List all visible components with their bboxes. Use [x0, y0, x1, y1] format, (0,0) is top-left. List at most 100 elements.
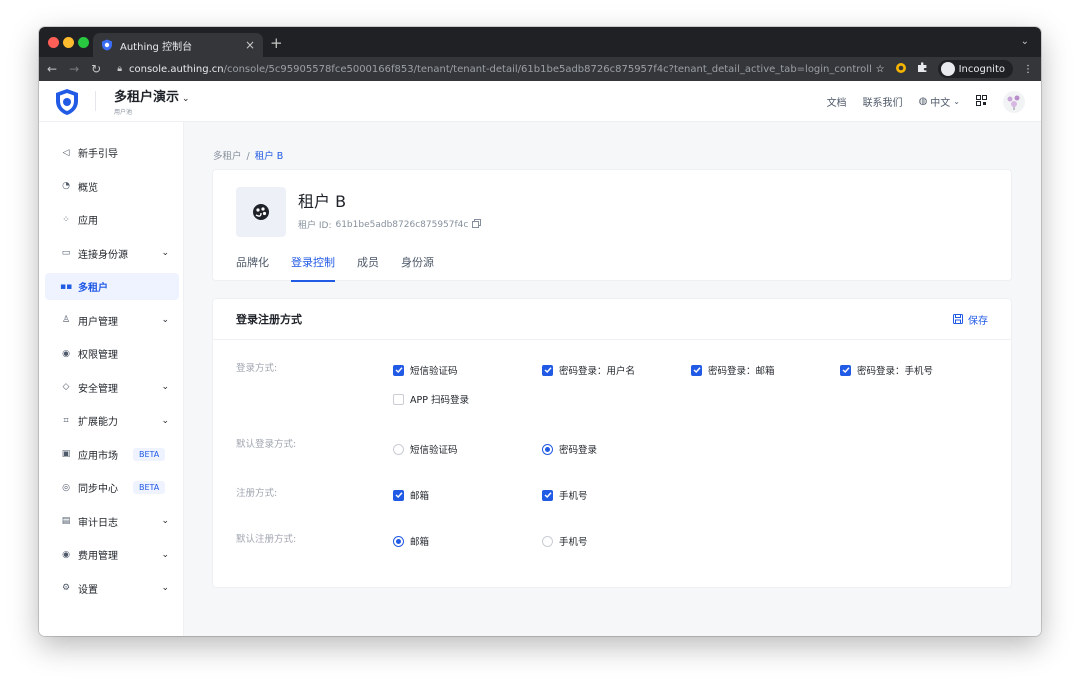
user-avatar[interactable]	[1003, 90, 1025, 113]
checkbox-label: 手机号	[559, 491, 588, 502]
browser-tab[interactable]: Authing 控制台 ×	[93, 33, 263, 57]
login-methods-label: 登录方式:	[236, 363, 278, 374]
chevron-down-icon: ⌄	[161, 315, 169, 325]
sidebar-item-multi-tenant[interactable]: ▪▪ 多租户	[45, 273, 179, 300]
checkbox-label: 密码登录：用户名	[559, 366, 636, 377]
tab-branding[interactable]: 品牌化	[236, 254, 269, 282]
radio-default-sms-code[interactable]: 短信验证码	[393, 442, 458, 456]
new-tab-button[interactable]: +	[270, 34, 283, 52]
browser-window: Authing 控制台 × + ⌄ ← → ↻ 🔒︎ console.authi…	[39, 27, 1041, 636]
sidebar-item-sync-center[interactable]: ◎ 同步中心 BETA	[45, 474, 179, 501]
save-button[interactable]: 保存	[953, 312, 988, 327]
globe-icon: ◍	[918, 96, 928, 107]
qrcode-icon[interactable]	[976, 94, 987, 109]
sidebar-item-billing[interactable]: ◉ 费用管理 ⌄	[45, 541, 179, 568]
settings-icon: ⚙︎	[61, 583, 71, 593]
grid-icon: ▪▪	[60, 281, 73, 292]
radio-label: 邮箱	[410, 537, 430, 548]
forward-arrow-icon[interactable]: →	[69, 62, 79, 76]
authing-logo-icon[interactable]	[54, 88, 80, 120]
sidebar-item-extensions[interactable]: ⌗ 扩展能力 ⌄	[45, 407, 179, 434]
checkbox-password-email[interactable]: 密码登录：邮箱	[691, 363, 775, 377]
maximize-window-button[interactable]	[78, 37, 89, 48]
default-register-label: 默认注册方式:	[236, 534, 297, 545]
radio-unselected-icon	[393, 443, 404, 455]
chevron-down-icon: ⌄	[161, 516, 169, 526]
back-arrow-icon[interactable]: ←	[47, 62, 57, 76]
radio-default-register-email[interactable]: 邮箱	[393, 534, 429, 548]
checkbox-password-phone[interactable]: 密码登录：手机号	[840, 363, 933, 377]
tab-search-chevron-icon[interactable]: ⌄	[1021, 36, 1029, 47]
sidebar-item-label: 权限管理	[78, 350, 118, 361]
reload-icon[interactable]: ↻	[91, 62, 101, 76]
language-switcher[interactable]: ◍ 中文 ⌄	[919, 94, 960, 109]
checkbox-label: 密码登录：手机号	[857, 366, 934, 377]
send-icon: ◁	[62, 147, 70, 158]
checkbox-register-phone[interactable]: 手机号	[542, 488, 588, 502]
apps-icon: ⁘	[62, 214, 70, 225]
sidebar-item-label: 新手引导	[78, 149, 118, 160]
chevron-down-icon: ⌄	[161, 415, 169, 426]
chevron-down-icon: ⌄	[953, 97, 960, 106]
radio-label: 短信验证码	[410, 445, 458, 456]
sync-icon: ◎	[62, 482, 70, 493]
tab-identity-sources[interactable]: 身份源	[401, 254, 434, 282]
register-methods-label: 注册方式:	[236, 488, 278, 499]
extensions-puzzle-icon[interactable]	[917, 62, 928, 76]
checkbox-register-email[interactable]: 邮箱	[393, 488, 429, 502]
contact-link[interactable]: 联系我们	[863, 94, 903, 109]
breadcrumb-parent-link[interactable]: 多租户	[213, 151, 242, 162]
bookmark-star-icon[interactable]: ☆	[876, 64, 885, 75]
store-icon: ▣	[61, 449, 71, 459]
radio-default-password[interactable]: 密码登录	[542, 442, 597, 456]
sidebar-item-identity-sources[interactable]: ▭ 连接身份源 ⌄	[45, 240, 179, 267]
language-label: 中文	[930, 98, 951, 109]
minimize-window-button[interactable]	[63, 37, 74, 48]
sidebar-item-permissions[interactable]: ◉ 权限管理	[45, 340, 179, 367]
docs-link[interactable]: 文档	[827, 94, 847, 109]
sidebar-item-apps[interactable]: ⁘ 应用	[45, 206, 179, 233]
checkbox-label: APP 扫码登录	[410, 395, 469, 406]
sidebar-item-user-management[interactable]: ♙ 用户管理 ⌄	[45, 307, 179, 334]
sidebar-item-label: 概览	[78, 182, 98, 194]
breadcrumb-separator: /	[246, 151, 250, 162]
checkbox-checked-icon	[393, 364, 404, 376]
incognito-badge[interactable]: Incognito	[937, 60, 1013, 78]
breadcrumb: 多租户 / 租户 B	[213, 148, 283, 162]
checkbox-unchecked-icon	[393, 393, 404, 405]
sidebar-item-label: 设置	[78, 584, 98, 596]
sidebar-item-overview[interactable]: ◔ 概览	[45, 173, 179, 200]
checkbox-password-username[interactable]: 密码登录：用户名	[542, 363, 635, 377]
checkbox-app-scan[interactable]: APP 扫码登录	[393, 392, 469, 406]
org-switcher[interactable]: 多租户演示 ⌄ 用户池	[114, 86, 190, 116]
authing-favicon-icon	[101, 39, 113, 51]
tenant-palette-icon	[253, 204, 269, 220]
tab-members[interactable]: 成员	[357, 254, 379, 282]
checkbox-sms-code[interactable]: 短信验证码	[393, 363, 458, 377]
target-icon: ◉	[62, 348, 70, 359]
tab-close-icon[interactable]: ×	[245, 38, 255, 52]
tab-login-control[interactable]: 登录控制	[291, 254, 335, 282]
sidebar-item-label: 应用	[78, 216, 98, 227]
sidebar-item-onboarding[interactable]: ◁ 新手引导	[45, 139, 179, 166]
default-login-label: 默认登录方式:	[236, 439, 297, 450]
chevron-down-icon: ⌄	[161, 549, 169, 560]
copy-icon[interactable]	[472, 218, 482, 231]
sidebar-item-label: 应用市场	[78, 450, 118, 462]
url-path: /console/5c95905578fce5000166f853/tenant…	[223, 63, 872, 75]
sidebar: ◁ 新手引导 ◔ 概览 ⁘ 应用 ▭ 连接身份源 ⌄ ▪▪ 多租户 ♙ 用户管理 ⌄ ◉ 权限管理…	[39, 122, 184, 636]
radio-default-register-phone[interactable]: 手机号	[542, 534, 588, 548]
sidebar-item-app-market[interactable]: ▣ 应用市场 BETA	[45, 441, 179, 468]
browser-menu-icon[interactable]: ⋮	[1023, 64, 1033, 75]
url-field[interactable]: 🔒︎ console.authing.cn /console/5c9590557…	[117, 64, 875, 75]
sidebar-item-settings[interactable]: ⚙︎ 设置 ⌄	[45, 575, 179, 602]
close-window-button[interactable]	[48, 37, 59, 48]
sidebar-item-label: 多租户	[78, 283, 108, 294]
checkbox-label: 密码登录：邮箱	[708, 366, 775, 377]
tenant-name: 租户 B	[298, 192, 347, 211]
breadcrumb-current: 租户 B	[254, 151, 284, 162]
sidebar-item-security[interactable]: ◇ 安全管理 ⌄	[45, 374, 179, 401]
beta-badge: BETA	[133, 481, 166, 494]
sidebar-item-audit-log[interactable]: ▤ 审计日志 ⌄	[45, 508, 179, 535]
extension-ring-icon[interactable]	[895, 62, 907, 77]
